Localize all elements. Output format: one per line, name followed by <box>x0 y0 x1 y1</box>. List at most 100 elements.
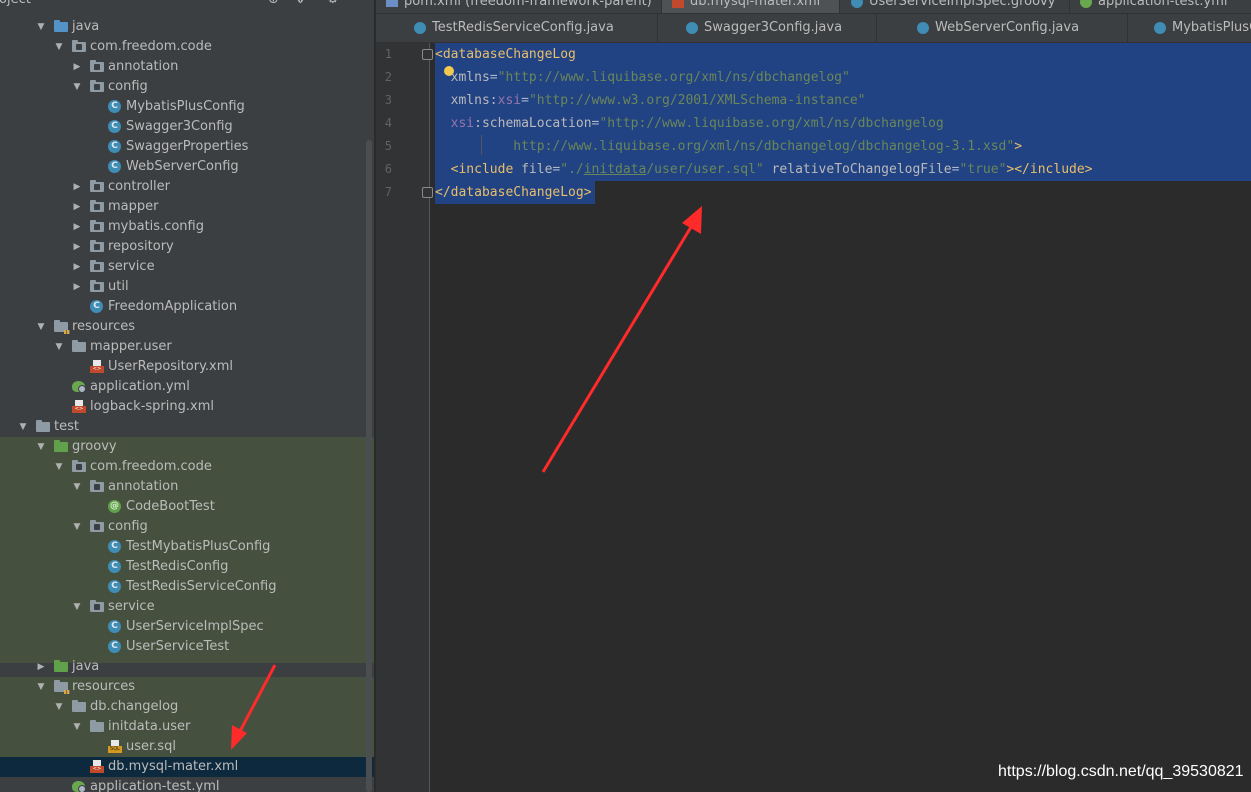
chevron-right-icon[interactable]: ▶ <box>72 217 82 237</box>
chevron-right-icon[interactable]: ▶ <box>72 197 82 217</box>
tree-item[interactable]: ▶ java <box>0 657 374 677</box>
tree-item[interactable]: ▶ service <box>0 257 374 277</box>
code-editor[interactable]: <databaseChangeLog xmlns="http://www.liq… <box>422 43 1251 792</box>
tab-testredisserviceconfig-java[interactable]: TestRedisServiceConfig.java <box>404 14 658 42</box>
tree-scrollbar[interactable] <box>366 140 372 792</box>
code-line-7: </databaseChangeLog> <box>435 185 592 200</box>
line-number: 6 <box>384 162 392 176</box>
tree-item[interactable]: ▼ com.freedom.code <box>0 37 374 57</box>
fold-marker-icon[interactable] <box>422 187 433 198</box>
fold-marker-icon[interactable] <box>422 49 433 60</box>
tree-item[interactable]: C MybatisPlusConfig <box>0 97 374 117</box>
tree-item[interactable]: ▼ groovy <box>0 437 374 457</box>
project-panel-title[interactable]: roject <box>0 0 31 7</box>
tree-item[interactable]: <> UserRepository.xml <box>0 357 374 377</box>
tree-item[interactable]: ▼ initdata.user <box>0 717 374 737</box>
chevron-right-icon[interactable]: ▶ <box>72 257 82 277</box>
code-line-6: <include file="./initdata/user/user.sql"… <box>450 162 1093 177</box>
tree-item[interactable]: ▶ annotation <box>0 57 374 77</box>
tree-item[interactable]: ▶ controller <box>0 177 374 197</box>
resources-folder-icon <box>54 680 70 694</box>
package-icon <box>72 40 86 52</box>
tab-application-test-yml[interactable]: application-test.yml <box>1070 0 1251 13</box>
collapse-all-icon[interactable]: ⇕ <box>295 0 306 7</box>
gear-icon[interactable]: ⚙ <box>327 0 339 7</box>
chevron-down-icon[interactable]: ▼ <box>72 597 82 617</box>
tree-item-label: groovy <box>72 439 117 454</box>
tree-item[interactable]: ▶ mybatis.config <box>0 217 374 237</box>
tree-item-label: db.mysql-mater.xml <box>108 759 239 774</box>
tab-db-mysql-mater-xml[interactable]: db.mysql-mater.xml <box>662 0 840 13</box>
tab-mybatisplusconfig-java[interactable]: MybatisPlusCo <box>1144 14 1251 42</box>
tree-item[interactable]: ▼ resources <box>0 677 374 697</box>
tree-item-label: config <box>108 519 148 534</box>
tree-item[interactable]: C TestMybatisPlusConfig <box>0 537 374 557</box>
code-line-2: xmlns="http://www.liquibase.org/xml/ns/d… <box>450 70 850 85</box>
tree-item[interactable]: SQL user.sql <box>0 737 374 757</box>
tree-item[interactable]: C TestRedisConfig <box>0 557 374 577</box>
tree-item[interactable]: ▼ test <box>0 417 374 437</box>
chevron-down-icon[interactable]: ▼ <box>36 17 46 37</box>
tab-userserviceimplspec-groovy[interactable]: UserServiceImplSpec.groovy <box>841 0 1070 13</box>
package-icon <box>90 260 104 272</box>
tab-swagger3config-java[interactable]: Swagger3Config.java <box>676 14 877 42</box>
chevron-down-icon[interactable]: ▼ <box>54 337 64 357</box>
tree-item[interactable]: ▼ resources <box>0 317 374 337</box>
chevron-down-icon[interactable]: ▼ <box>36 437 46 457</box>
tree-item[interactable]: <> logback-spring.xml <box>0 397 374 417</box>
chevron-down-icon[interactable]: ▼ <box>18 417 28 437</box>
tree-item[interactable]: C WebServerConfig <box>0 157 374 177</box>
tree-item-label: logback-spring.xml <box>90 399 214 414</box>
tree-item-label: service <box>108 599 155 614</box>
tree-item[interactable]: application-test.yml <box>0 777 374 792</box>
maven-icon <box>386 0 398 7</box>
package-icon <box>90 240 104 252</box>
tree-item[interactable]: ▼ java <box>0 17 374 37</box>
tree-item[interactable]: ▼ annotation <box>0 477 374 497</box>
chevron-right-icon[interactable]: ▶ <box>72 177 82 197</box>
tree-item[interactable]: C FreedomApplication <box>0 297 374 317</box>
chevron-right-icon[interactable]: ▶ <box>72 57 82 77</box>
tree-item-label: UserRepository.xml <box>108 359 234 374</box>
folder-icon <box>72 700 86 712</box>
chevron-down-icon[interactable]: ▼ <box>72 477 82 497</box>
chevron-down-icon[interactable]: ▼ <box>54 37 64 57</box>
tree-item[interactable]: C UserServiceTest <box>0 637 374 657</box>
chevron-down-icon[interactable]: ▼ <box>72 517 82 537</box>
tree-item[interactable]: C UserServiceImplSpec <box>0 617 374 637</box>
tree-item[interactable]: ▼ db.changelog <box>0 697 374 717</box>
package-icon <box>90 520 104 532</box>
tree-item[interactable]: ▼ config <box>0 517 374 537</box>
chevron-down-icon[interactable]: ▼ <box>72 717 82 737</box>
chevron-down-icon[interactable]: ▼ <box>36 677 46 697</box>
annotation-icon: @ <box>108 500 121 513</box>
tree-item[interactable]: C TestRedisServiceConfig <box>0 577 374 597</box>
tab-webserverconfig-java[interactable]: WebServerConfig.java <box>907 14 1128 42</box>
chevron-right-icon[interactable]: ▶ <box>36 657 46 677</box>
tree-item[interactable]: ▼ mapper.user <box>0 337 374 357</box>
locate-file-icon[interactable]: ⊕ <box>268 0 279 7</box>
chevron-down-icon[interactable]: ▼ <box>72 77 82 97</box>
tree-item[interactable]: ▶ util <box>0 277 374 297</box>
chevron-down-icon[interactable]: ▼ <box>54 457 64 477</box>
tree-item[interactable]: <> db.mysql-mater.xml <box>0 757 374 777</box>
tree-item[interactable]: ▶ mapper <box>0 197 374 217</box>
tree-item[interactable]: ▶ repository <box>0 237 374 257</box>
tree-item-label: CodeBootTest <box>126 499 215 514</box>
chevron-right-icon[interactable]: ▶ <box>72 237 82 257</box>
tree-item[interactable]: @ CodeBootTest <box>0 497 374 517</box>
tree-item[interactable]: application.yml <box>0 377 374 397</box>
chevron-down-icon[interactable]: ▼ <box>54 697 64 717</box>
tree-item[interactable]: C SwaggerProperties <box>0 137 374 157</box>
tab-pom-xml[interactable]: pom.xml (freedom-framework-parent) <box>376 0 662 13</box>
tree-item[interactable]: C Swagger3Config <box>0 117 374 137</box>
tree-item[interactable]: ▼ config <box>0 77 374 97</box>
line-number-gutter[interactable]: 1 2 3 4 5 6 7 <box>376 43 430 792</box>
chevron-down-icon[interactable]: ▼ <box>36 317 46 337</box>
hide-panel-icon[interactable]: — <box>353 0 366 7</box>
folder-icon <box>72 340 86 352</box>
tree-item[interactable]: ▼ service <box>0 597 374 617</box>
tree-item[interactable]: ▼ com.freedom.code <box>0 457 374 477</box>
chevron-right-icon[interactable]: ▶ <box>72 277 82 297</box>
class-icon <box>1154 21 1166 34</box>
